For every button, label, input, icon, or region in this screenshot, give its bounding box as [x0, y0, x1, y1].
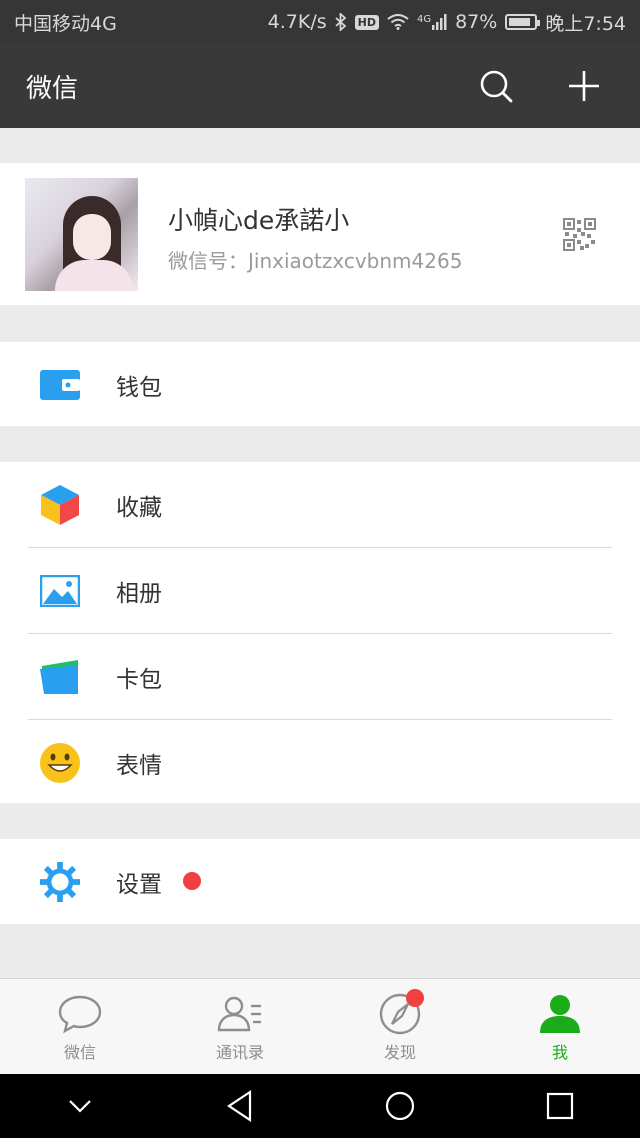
profile-nickname: 小幀心de承諾小 — [168, 206, 350, 235]
collapse-icon — [69, 1100, 91, 1113]
add-button[interactable] — [554, 56, 614, 116]
tab-label: 我 — [551, 1042, 568, 1062]
tab-label: 发现 — [383, 1042, 416, 1062]
page-title: 微信 — [26, 73, 79, 104]
sticker-smile-icon — [40, 742, 80, 783]
card-pack-icon — [40, 657, 80, 697]
menu-item-label: 卡包 — [116, 666, 162, 693]
search-icon — [480, 70, 513, 103]
profile-wechat-id: 微信号：Jinxiaotzxcvbnm4265 — [168, 249, 463, 273]
bluetooth-icon — [335, 13, 347, 31]
menu-item-label: 表情 — [116, 752, 162, 779]
bottom-tab-bar: 微信 通讯录 发现 我 — [0, 978, 640, 1074]
tab-chats[interactable]: 微信 — [0, 979, 160, 1074]
features-section: 收藏 相册 卡包 表情 — [0, 462, 640, 803]
tab-label: 微信 — [63, 1042, 96, 1062]
tab-me[interactable]: 我 — [480, 979, 640, 1074]
settings-section: 设置 — [0, 839, 640, 924]
settings-gear-icon — [40, 861, 80, 902]
clock: 晚上7:54 — [545, 12, 626, 35]
menu-item-label: 收藏 — [116, 494, 162, 521]
settings-badge — [183, 872, 201, 890]
menu-item-favorites[interactable]: 收藏 — [0, 462, 640, 547]
hd-badge: HD — [354, 14, 379, 30]
menu-item-label: 设置 — [116, 871, 162, 898]
collapse-button[interactable] — [50, 1076, 110, 1136]
avatar — [25, 178, 138, 291]
discover-badge — [406, 989, 424, 1007]
network-speed: 4.7K/s — [267, 11, 327, 33]
tab-label: 通讯录 — [215, 1042, 264, 1062]
menu-item-label: 相册 — [116, 580, 162, 607]
battery-percent: 87% — [455, 11, 498, 33]
carrier-label: 中国移动4G — [14, 12, 117, 35]
contacts-icon — [217, 991, 263, 1037]
menu-item-stickers[interactable]: 表情 — [0, 720, 640, 805]
tab-discover[interactable]: 发现 — [320, 979, 480, 1074]
recents-icon — [546, 1092, 574, 1120]
header-bar: 微信 — [0, 44, 640, 128]
signal-icon: 4G — [417, 14, 447, 30]
me-person-icon — [537, 991, 583, 1037]
back-button[interactable] — [210, 1076, 270, 1136]
search-button[interactable] — [466, 56, 526, 116]
home-button[interactable] — [370, 1076, 430, 1136]
favorites-cube-icon — [40, 484, 80, 525]
chat-bubble-icon — [57, 991, 103, 1037]
recents-button[interactable] — [530, 1076, 590, 1136]
qr-code-icon[interactable] — [563, 218, 596, 251]
wallet-section: 钱包 — [0, 342, 640, 426]
status-bar: 中国移动4G 4.7K/s HD 4G 87% 晚上7:54 — [0, 0, 640, 44]
menu-item-wallet[interactable]: 钱包 — [0, 342, 640, 427]
plus-icon — [569, 71, 599, 101]
menu-item-settings[interactable]: 设置 — [0, 839, 640, 924]
menu-item-album[interactable]: 相册 — [0, 548, 640, 633]
home-icon — [385, 1091, 415, 1121]
system-nav-bar — [0, 1074, 640, 1138]
network-type: 4G — [416, 14, 432, 25]
album-icon — [40, 571, 80, 611]
menu-item-card-pack[interactable]: 卡包 — [0, 634, 640, 719]
menu-item-label: 钱包 — [116, 374, 162, 401]
tab-contacts[interactable]: 通讯录 — [160, 979, 320, 1074]
back-icon — [227, 1090, 252, 1122]
battery-icon — [505, 14, 541, 30]
wifi-icon — [387, 14, 409, 30]
profile-card[interactable]: 小幀心de承諾小 微信号：Jinxiaotzxcvbnm4265 — [0, 163, 640, 305]
wallet-icon — [40, 365, 80, 405]
